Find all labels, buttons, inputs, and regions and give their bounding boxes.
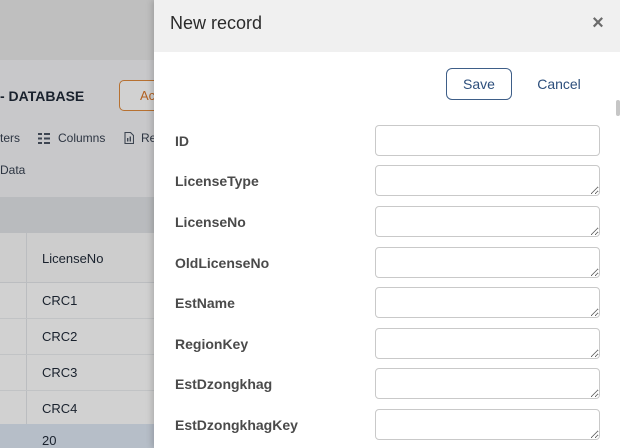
licenseno-input[interactable] [375, 206, 600, 237]
field-label-regionkey: RegionKey [175, 336, 249, 352]
drawer-title: New record [170, 13, 263, 33]
estdzongkhag-input[interactable] [375, 368, 600, 399]
field-label-licensetype: LicenseType [175, 173, 259, 189]
estdzongkhagkey-input[interactable] [375, 409, 600, 440]
licensetype-input[interactable] [375, 165, 600, 196]
save-button[interactable]: Save [446, 68, 512, 100]
field-label-licenseno: LicenseNo [175, 214, 246, 230]
field-label-estdzongkhag: EstDzongkhag [175, 376, 273, 392]
field-label-id: ID [175, 133, 189, 149]
field-label-oldlicenseno: OldLicenseNo [175, 255, 270, 271]
close-icon[interactable]: × [590, 13, 606, 33]
oldlicenseno-input[interactable] [375, 247, 600, 278]
id-input[interactable] [375, 125, 600, 156]
field-label-estname: EstName [175, 295, 235, 311]
new-record-drawer: New record × Save Cancel ID LicenseType … [154, 0, 620, 448]
field-label-estdzongkhagkey: EstDzongkhagKey [175, 417, 298, 433]
regionkey-input[interactable] [375, 328, 600, 359]
estname-input[interactable] [375, 287, 600, 318]
scrollbar-thumb[interactable] [616, 100, 620, 116]
drawer-header: New record × [154, 0, 620, 52]
cancel-button[interactable]: Cancel [526, 68, 592, 100]
